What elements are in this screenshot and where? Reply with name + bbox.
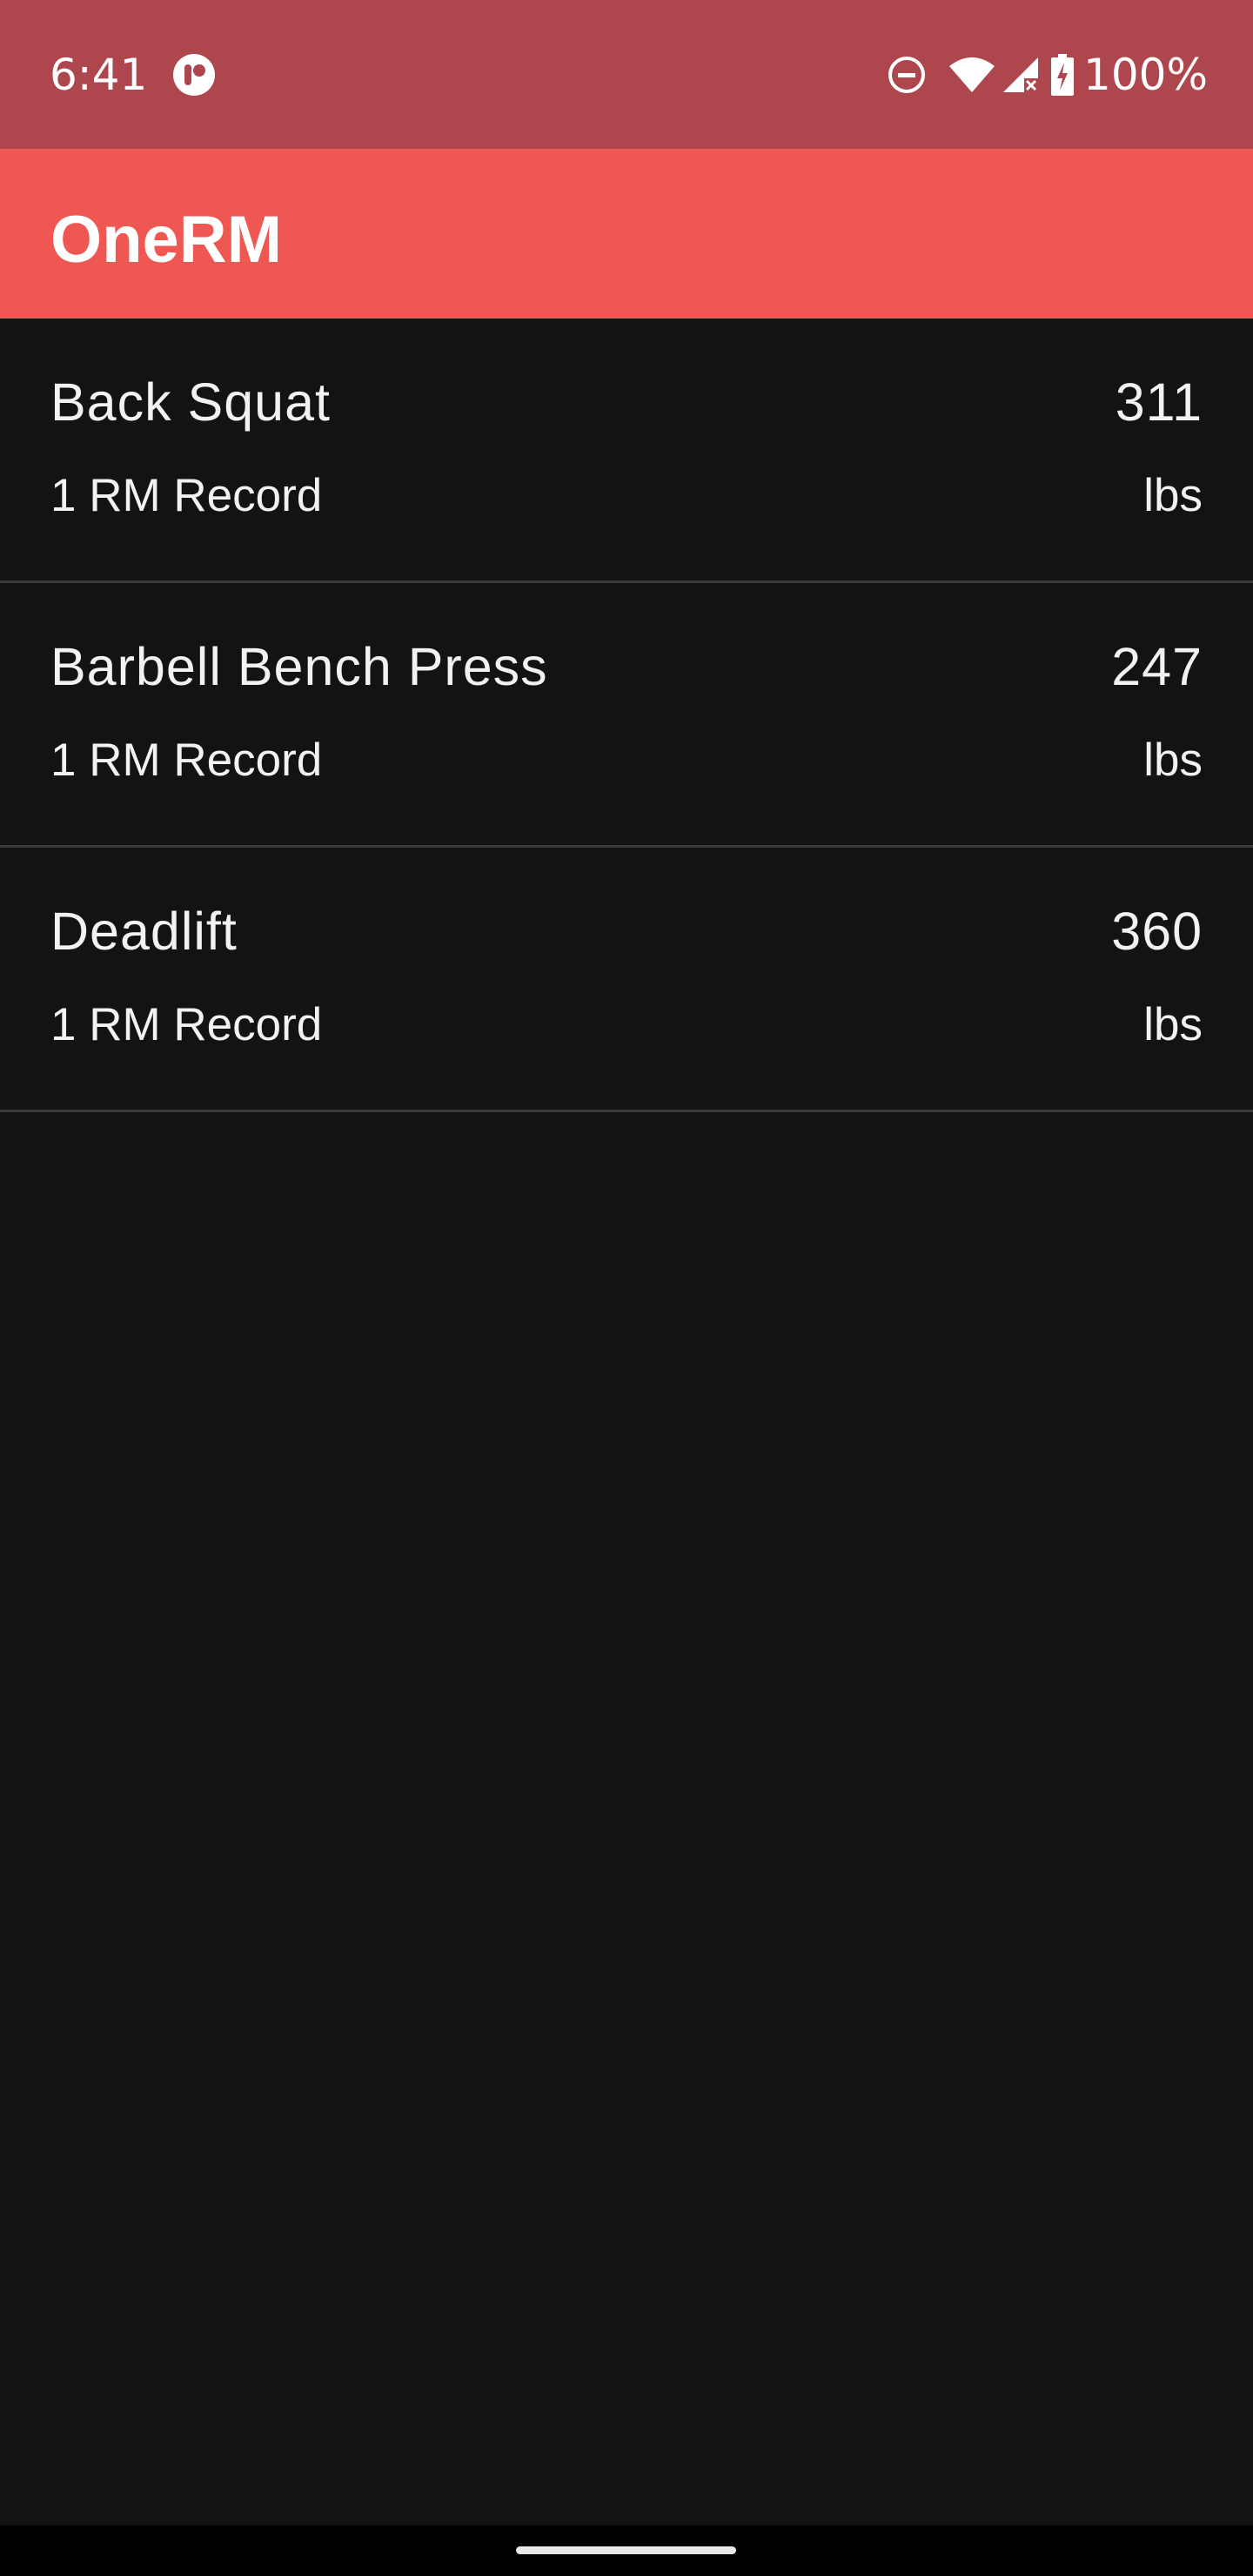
record-row-barbell-bench-press[interactable]: Barbell Bench Press 247 1 RM Record lbs [0, 583, 1253, 848]
cellular-signal-icon [1002, 56, 1040, 94]
app-title: OneRM [50, 203, 282, 277]
record-row-deadlift[interactable]: Deadlift 360 1 RM Record lbs [0, 848, 1253, 1112]
do-not-disturb-icon [887, 55, 927, 95]
home-gesture-handle[interactable] [516, 2546, 736, 2554]
record-name: Back Squat [50, 372, 331, 432]
status-time: 6:41 [50, 50, 148, 100]
app-bar: OneRM [0, 149, 1253, 319]
status-bar: 6:41 100% [0, 0, 1253, 149]
status-icons: 100% [887, 49, 1208, 101]
navigation-bar [0, 2526, 1253, 2576]
record-value: 247 [1111, 637, 1203, 696]
screen: 6:41 100% OneRM Back Squat 311 1 RM Reco… [0, 0, 1253, 2576]
wifi-icon [948, 56, 996, 94]
record-name: Deadlift [50, 902, 238, 961]
record-name: Barbell Bench Press [50, 637, 548, 696]
record-list: Back Squat 311 1 RM Record lbs Barbell B… [0, 319, 1253, 1112]
record-subtitle: 1 RM Record [50, 470, 323, 521]
record-unit: lbs [1143, 735, 1203, 786]
app-notification-icon [172, 53, 216, 97]
record-subtitle: 1 RM Record [50, 999, 323, 1050]
record-unit: lbs [1143, 470, 1203, 521]
record-subtitle: 1 RM Record [50, 735, 323, 786]
battery-charging-icon [1050, 54, 1075, 96]
record-unit: lbs [1143, 999, 1203, 1050]
battery-percentage: 100% [1083, 50, 1208, 100]
record-value: 311 [1115, 372, 1203, 432]
record-row-back-squat[interactable]: Back Squat 311 1 RM Record lbs [0, 319, 1253, 583]
record-value: 360 [1111, 902, 1203, 961]
